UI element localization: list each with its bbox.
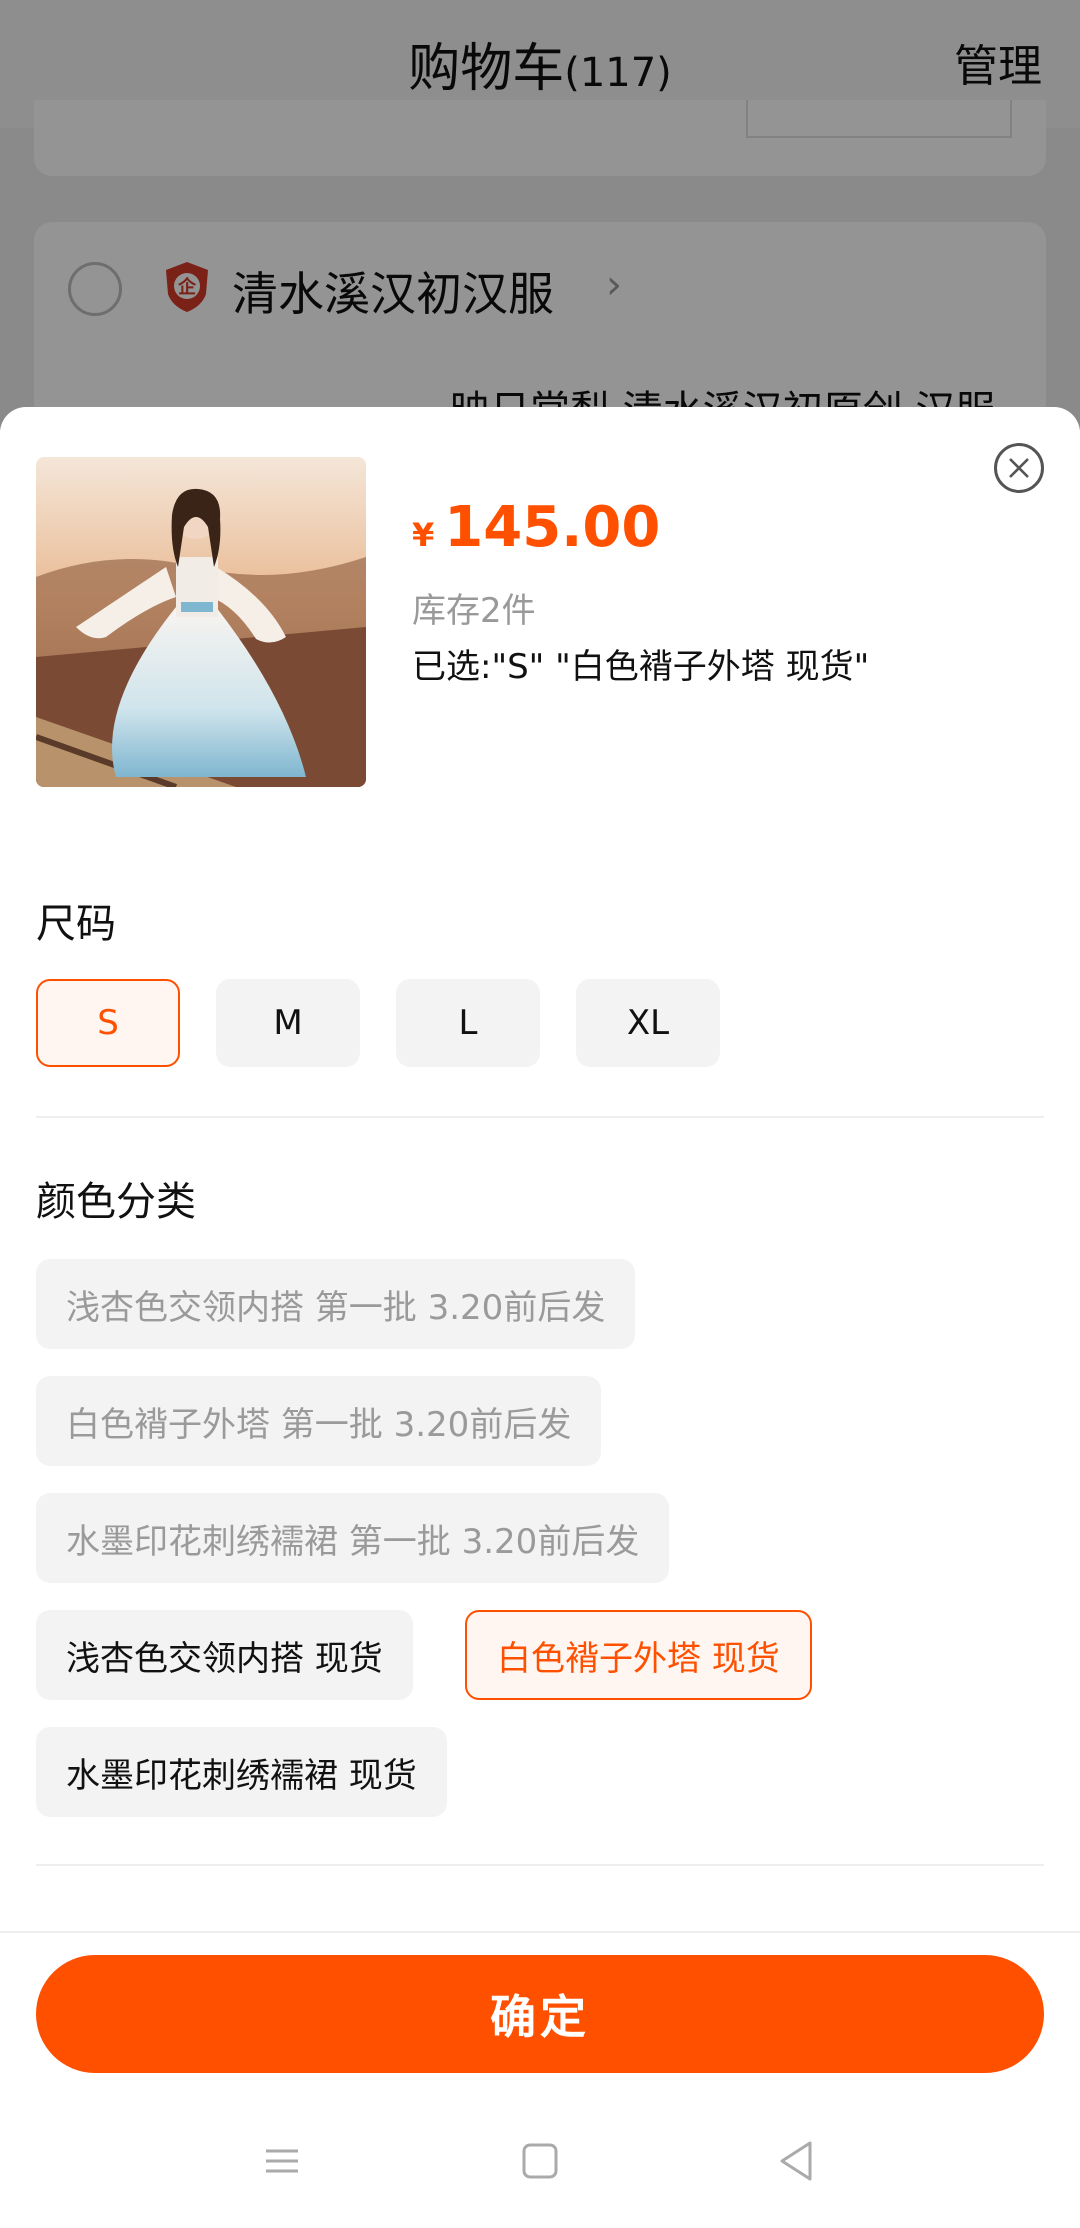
cart-page-background: 购物车(117) 管理 企 清水溪汉初汉服 › 映日棠梨 清水溪汉初原创 汉服	[0, 0, 1080, 522]
sku-sheet: ¥145.00 库存2件 已选:"S" "白色褙子外塔 现货" 尺码 S M L…	[0, 407, 1080, 2228]
color-option[interactable]: 水墨印花刺绣襦裙 第一批 3.20前后发	[36, 1493, 670, 1583]
screen: 购物车(117) 管理 企 清水溪汉初汉服 › 映日棠梨 清水溪汉初原创 汉服	[0, 0, 1080, 2228]
size-option-xl[interactable]: XL	[576, 979, 720, 1067]
menu-icon[interactable]	[252, 2131, 312, 2191]
back-icon[interactable]	[766, 2131, 826, 2191]
stock-info: 库存2件	[412, 591, 536, 631]
home-icon[interactable]	[510, 2131, 570, 2191]
bottom-bar-divider	[0, 1931, 1080, 1933]
price-value: 145.00	[444, 495, 661, 560]
color-option[interactable]: 水墨印花刺绣襦裙 现货	[36, 1727, 447, 1817]
color-option[interactable]: 浅杏色交领内搭 现货	[36, 1610, 413, 1700]
color-section-title: 颜色分类	[36, 1179, 196, 1225]
product-photo	[36, 457, 366, 787]
section-divider	[36, 1864, 1044, 1866]
size-options: S M L XL	[36, 979, 720, 1067]
size-option-l[interactable]: L	[396, 979, 540, 1067]
dim-overlay[interactable]	[0, 0, 1080, 430]
close-icon	[1009, 458, 1029, 478]
size-option-m[interactable]: M	[216, 979, 360, 1067]
system-nav-bar	[0, 2097, 1080, 2228]
section-divider	[36, 1116, 1044, 1118]
price: ¥145.00	[412, 495, 660, 560]
color-option[interactable]: 白色褙子外塔 第一批 3.20前后发	[36, 1376, 602, 1466]
close-button[interactable]	[994, 443, 1044, 493]
size-option-s[interactable]: S	[36, 979, 180, 1067]
color-option-selected[interactable]: 白色褙子外塔 现货	[465, 1610, 812, 1700]
confirm-button[interactable]: 确定	[36, 1955, 1044, 2073]
size-section-title: 尺码	[36, 901, 116, 947]
currency-symbol: ¥	[412, 516, 435, 554]
selected-sku: 已选:"S" "白色褙子外塔 现货"	[412, 647, 870, 687]
product-image[interactable]	[36, 457, 366, 787]
color-option[interactable]: 浅杏色交领内搭 第一批 3.20前后发	[36, 1259, 636, 1349]
